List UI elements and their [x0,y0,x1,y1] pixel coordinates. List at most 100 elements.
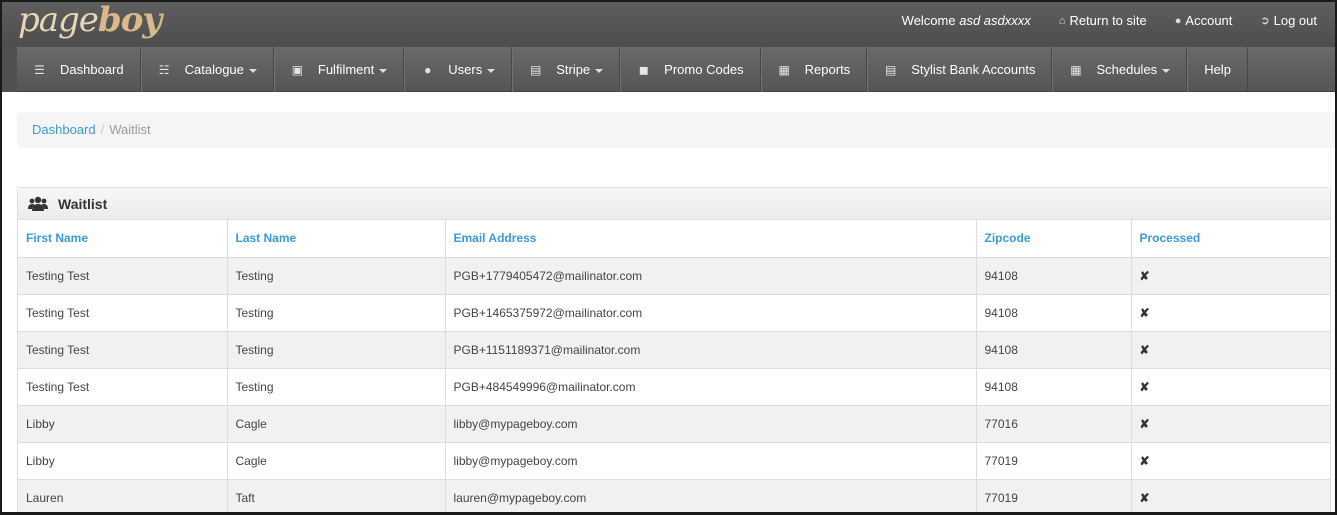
table-header-row: First Name Last Name Email Address Zipco… [18,220,1330,258]
cell-last-name: Testing [227,368,446,406]
cell-email: libby@mypageboy.com [445,405,977,443]
nav-item-catalogue[interactable]: ☵ Catalogue [140,47,274,92]
cell-zipcode: 77019 [976,442,1132,480]
chevron-down-icon [248,69,257,73]
return-to-site-link[interactable]: ⌂ Return to site [1059,13,1147,28]
cell-email: PGB+1151189371@mailinator.com [445,331,977,369]
cell-last-name: Testing [227,257,446,295]
cell-zipcode: 77016 [976,405,1132,443]
breadcrumb: Dashboard / Waitlist [17,112,1336,148]
account-label: Account [1185,13,1233,28]
credit-card-icon: ▤ [530,62,542,77]
bullhorn-icon: ◼ [638,62,649,77]
breadcrumb-current: Waitlist [109,122,151,137]
cell-processed-x-icon[interactable]: ✘ [1131,368,1330,406]
waitlist-panel: Waitlist First Name Last Name Email Addr… [17,187,1331,515]
nav-label: Stylist Bank Accounts [911,62,1036,77]
table-row: Testing Test Testing PGB+1779405472@mail… [18,257,1330,295]
cell-zipcode: 94108 [976,368,1132,406]
column-header-last-name[interactable]: Last Name [227,220,446,258]
list-icon: ☰ [34,62,45,77]
panel-heading: Waitlist [18,188,1330,220]
main-nav: ☰ Dashboard ☵ Catalogue ▣ Fulfilment ● U… [17,47,1336,92]
account-link[interactable]: ● Account [1175,13,1233,28]
return-label: Return to site [1069,13,1147,28]
nav-label: Schedules [1096,62,1158,77]
nav-item-promo-codes[interactable]: ◼ Promo Codes [620,47,761,92]
cell-last-name: Cagle [227,405,446,443]
cell-processed-x-icon[interactable]: ✘ [1131,331,1330,369]
cell-first-name: Libby [18,405,228,443]
column-header-email[interactable]: Email Address [445,220,977,258]
cell-last-name: Testing [227,331,446,369]
cell-zipcode: 94108 [976,257,1132,295]
nav-label: Fulfilment [317,62,375,77]
waitlist-table: First Name Last Name Email Address Zipco… [18,220,1330,515]
cell-email: lauren@mypageboy.com [445,479,977,515]
chevron-down-icon [487,69,496,73]
logo-text-boy: boy [97,0,162,40]
cart-icon: ▣ [291,62,304,77]
cell-zipcode: 77019 [976,479,1132,515]
nav-item-reports[interactable]: ▦ Reports [760,47,868,92]
cell-processed-x-icon[interactable]: ✘ [1131,294,1330,332]
bar-chart-icon: ▦ [778,62,790,77]
top-nav: Welcome asd asdxxxx ⌂ Return to site ● A… [874,13,1317,28]
cell-processed-x-icon[interactable]: ✘ [1131,405,1330,443]
cell-processed-x-icon[interactable]: ✘ [1131,479,1330,515]
column-header-first-name[interactable]: First Name [18,220,228,258]
nav-label: Catalogue [184,62,244,77]
cell-email: PGB+1779405472@mailinator.com [445,257,977,295]
nav-label: Dashboard [60,62,124,77]
chevron-down-icon [379,69,388,73]
nav-item-stripe[interactable]: ▤ Stripe [512,47,621,92]
chevron-down-icon [595,69,604,73]
logout-label: Log out [1273,13,1317,28]
calendar-icon: ▦ [1070,62,1082,77]
breadcrumb-home-link[interactable]: Dashboard [32,122,96,137]
nav-item-dashboard[interactable]: ☰ Dashboard [17,47,141,92]
column-header-processed[interactable]: Processed [1131,220,1330,258]
table-row: Libby Cagle libby@mypageboy.com 77019 ✘ [18,442,1330,480]
home-icon: ⌂ [1058,14,1066,27]
credit-card-icon: ▤ [885,62,897,77]
table-row: Testing Test Testing PGB+1465375972@mail… [18,294,1330,332]
table-row: Testing Test Testing PGB+484549996@maili… [18,368,1330,406]
welcome-text: Welcome asd asdxxxx [902,13,1031,28]
table-row: Lauren Taft lauren@mypageboy.com 77019 ✘ [18,479,1330,515]
top-bar: pageboy Welcome asd asdxxxx ⌂ Return to … [0,0,1337,47]
logo-text-page: page [18,0,99,40]
cell-first-name: Testing Test [18,294,228,332]
cell-email: PGB+484549996@mailinator.com [445,368,977,406]
nav-item-users[interactable]: ● Users [404,47,513,92]
nav-left-strip [0,47,17,92]
cell-processed-x-icon[interactable]: ✘ [1131,257,1330,295]
nav-item-help[interactable]: Help [1187,47,1248,92]
cell-email: libby@mypageboy.com [445,442,977,480]
nav-label: Help [1204,62,1231,77]
table-row: Libby Cagle libby@mypageboy.com 77016 ✘ [18,405,1330,443]
column-header-zipcode[interactable]: Zipcode [976,220,1132,258]
cell-first-name: Testing Test [18,368,228,406]
cell-last-name: Taft [227,479,446,515]
users-icon: ● [424,62,432,77]
logout-link[interactable]: ➲ Log out [1260,13,1317,28]
cell-first-name: Libby [18,442,228,480]
cell-first-name: Testing Test [18,331,228,369]
cell-last-name: Testing [227,294,446,332]
nav-label: Stripe [556,62,591,77]
nav-label: Reports [804,62,851,77]
nav-item-schedules[interactable]: ▦ Schedules [1052,47,1188,92]
nav-item-fulfilment[interactable]: ▣ Fulfilment [273,47,405,92]
user-icon: ● [1174,14,1182,27]
table-row: Testing Test Testing PGB+1151189371@mail… [18,331,1330,369]
cell-email: PGB+1465375972@mailinator.com [445,294,977,332]
logout-icon: ➲ [1260,15,1270,27]
pageboy-logo[interactable]: pageboy [18,0,162,40]
sitemap-icon: ☵ [158,62,170,77]
cell-zipcode: 94108 [976,331,1132,369]
nav-item-stylist-bank-accounts[interactable]: ▤ Stylist Bank Accounts [867,47,1053,92]
cell-first-name: Lauren [18,479,228,515]
breadcrumb-separator: / [100,122,105,137]
cell-processed-x-icon[interactable]: ✘ [1131,442,1330,480]
